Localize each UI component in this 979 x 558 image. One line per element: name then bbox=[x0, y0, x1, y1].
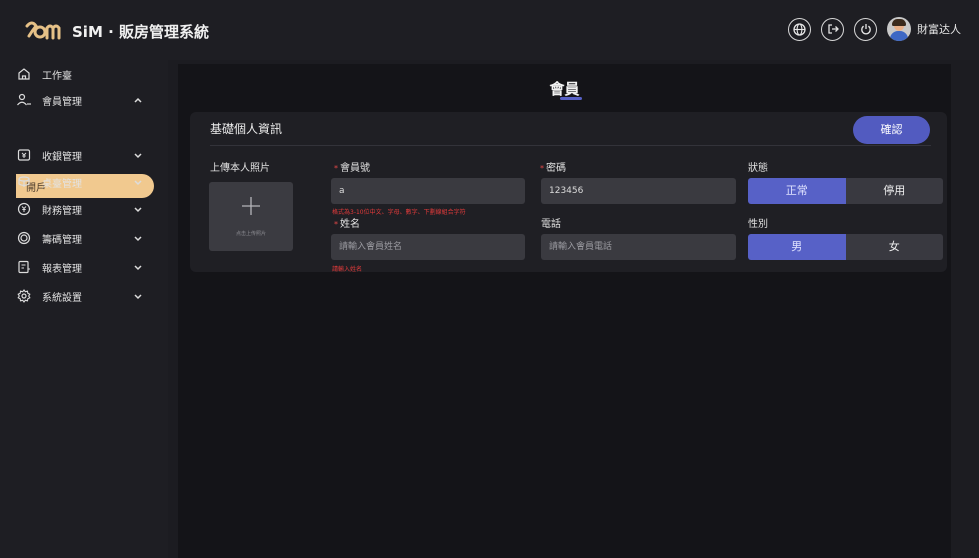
gender-label: 性別 bbox=[748, 219, 768, 230]
divider bbox=[210, 145, 931, 146]
main-content: 會員 基礎個人資訊 確認 上傳本人照片 点击上传照片 * 會員號 a 格式為3-1… bbox=[178, 64, 951, 558]
sidebar-item-label: 收銀管理 bbox=[42, 151, 82, 163]
settings-icon bbox=[16, 288, 32, 304]
confirm-button[interactable]: 確認 bbox=[853, 116, 930, 144]
top-header: SiM · 販房管理系統 財富达人 bbox=[0, 0, 979, 60]
status-label: 狀態 bbox=[748, 163, 768, 174]
sidebar-item-label: 桌臺管理 bbox=[42, 178, 82, 190]
password-input[interactable]: 123456 bbox=[541, 178, 736, 204]
chevron-down-icon bbox=[134, 207, 142, 213]
chevron-down-icon bbox=[134, 265, 142, 271]
photo-upload-box[interactable]: 点击上传照片 bbox=[209, 182, 293, 251]
password-label: * 密碼 bbox=[540, 163, 566, 174]
sidebar-item-tables[interactable]: 桌臺管理 bbox=[16, 171, 156, 193]
status-toggle: 正常 停用 bbox=[748, 178, 943, 204]
chevron-down-icon bbox=[134, 180, 142, 186]
sidebar-item-members[interactable]: 會員管理 bbox=[16, 89, 156, 111]
sidebar-item-dashboard[interactable]: 工作臺 bbox=[16, 63, 156, 85]
logout-icon[interactable] bbox=[821, 17, 844, 41]
chevron-up-icon bbox=[134, 97, 142, 103]
gender-option-female[interactable]: 女 bbox=[845, 234, 943, 260]
sidebar-item-label: 會員管理 bbox=[42, 96, 82, 108]
gender-option-male[interactable]: 男 bbox=[748, 234, 846, 260]
sidebar-item-label: 系統設置 bbox=[42, 292, 82, 304]
finance-icon bbox=[16, 201, 32, 217]
page-title: 會員 bbox=[549, 80, 580, 98]
cashier-icon bbox=[16, 147, 32, 163]
logo-mark-icon bbox=[25, 21, 61, 40]
home-icon bbox=[16, 66, 32, 82]
chip-icon bbox=[16, 230, 32, 246]
phone-label: 電話 bbox=[541, 219, 561, 230]
sidebar-item-finance[interactable]: 財務管理 bbox=[16, 198, 156, 220]
member-no-input[interactable]: a bbox=[331, 178, 525, 204]
sidebar-item-chips[interactable]: 籌碼管理 bbox=[16, 227, 156, 249]
users-icon bbox=[16, 92, 32, 108]
name-input[interactable]: 請輸入會員姓名 bbox=[331, 234, 525, 260]
required-marker: * bbox=[334, 220, 338, 229]
sidebar-item-label: 財務管理 bbox=[42, 205, 82, 217]
app-logo[interactable]: SiM · 販房管理系統 bbox=[24, 18, 209, 44]
table-icon bbox=[16, 174, 32, 190]
required-marker: * bbox=[334, 164, 338, 173]
gender-toggle: 男 女 bbox=[748, 234, 943, 260]
report-icon bbox=[16, 259, 32, 275]
sidebar-item-label: 報表管理 bbox=[42, 263, 82, 275]
app-title: SiM · 販房管理系統 bbox=[72, 22, 210, 41]
plus-icon bbox=[242, 197, 260, 215]
member-no-label: * 會員號 bbox=[334, 163, 370, 174]
name-label: * 姓名 bbox=[334, 219, 360, 230]
status-option-active[interactable]: 正常 bbox=[748, 178, 846, 204]
sidebar-item-label: 工作臺 bbox=[42, 70, 72, 82]
upload-label: 上傳本人照片 bbox=[210, 163, 270, 174]
card-title: 基礎個人資訊 bbox=[210, 122, 283, 136]
sidebar-item-label: 籌碼管理 bbox=[42, 234, 82, 246]
sidebar-item-reports[interactable]: 報表管理 bbox=[16, 256, 156, 278]
chevron-down-icon bbox=[134, 294, 142, 300]
sidebar: 工作臺 會員管理 開戶 收銀管理 桌臺管理 財務管理 籌碼管理 報表管理 系統設… bbox=[0, 60, 168, 558]
sidebar-item-cashier[interactable]: 收銀管理 bbox=[16, 144, 156, 166]
title-underline bbox=[560, 97, 582, 100]
language-globe-icon[interactable] bbox=[788, 17, 811, 41]
status-option-disabled[interactable]: 停用 bbox=[845, 178, 943, 204]
required-marker: * bbox=[540, 164, 544, 173]
upload-hint: 点击上传照片 bbox=[235, 231, 266, 237]
user-avatar[interactable] bbox=[887, 17, 911, 41]
phone-input[interactable]: 請輸入會員電話 bbox=[541, 234, 736, 260]
chevron-down-icon bbox=[134, 236, 142, 242]
name-error: 請輸入姓名 bbox=[332, 266, 363, 273]
user-name[interactable]: 財富达人 bbox=[917, 21, 961, 37]
power-icon[interactable] bbox=[854, 17, 877, 41]
sidebar-item-settings[interactable]: 系統設置 bbox=[16, 285, 156, 307]
basic-info-card: 基礎個人資訊 確認 上傳本人照片 点击上传照片 * 會員號 a 格式為3-10位中… bbox=[190, 112, 947, 273]
chevron-down-icon bbox=[134, 153, 142, 159]
